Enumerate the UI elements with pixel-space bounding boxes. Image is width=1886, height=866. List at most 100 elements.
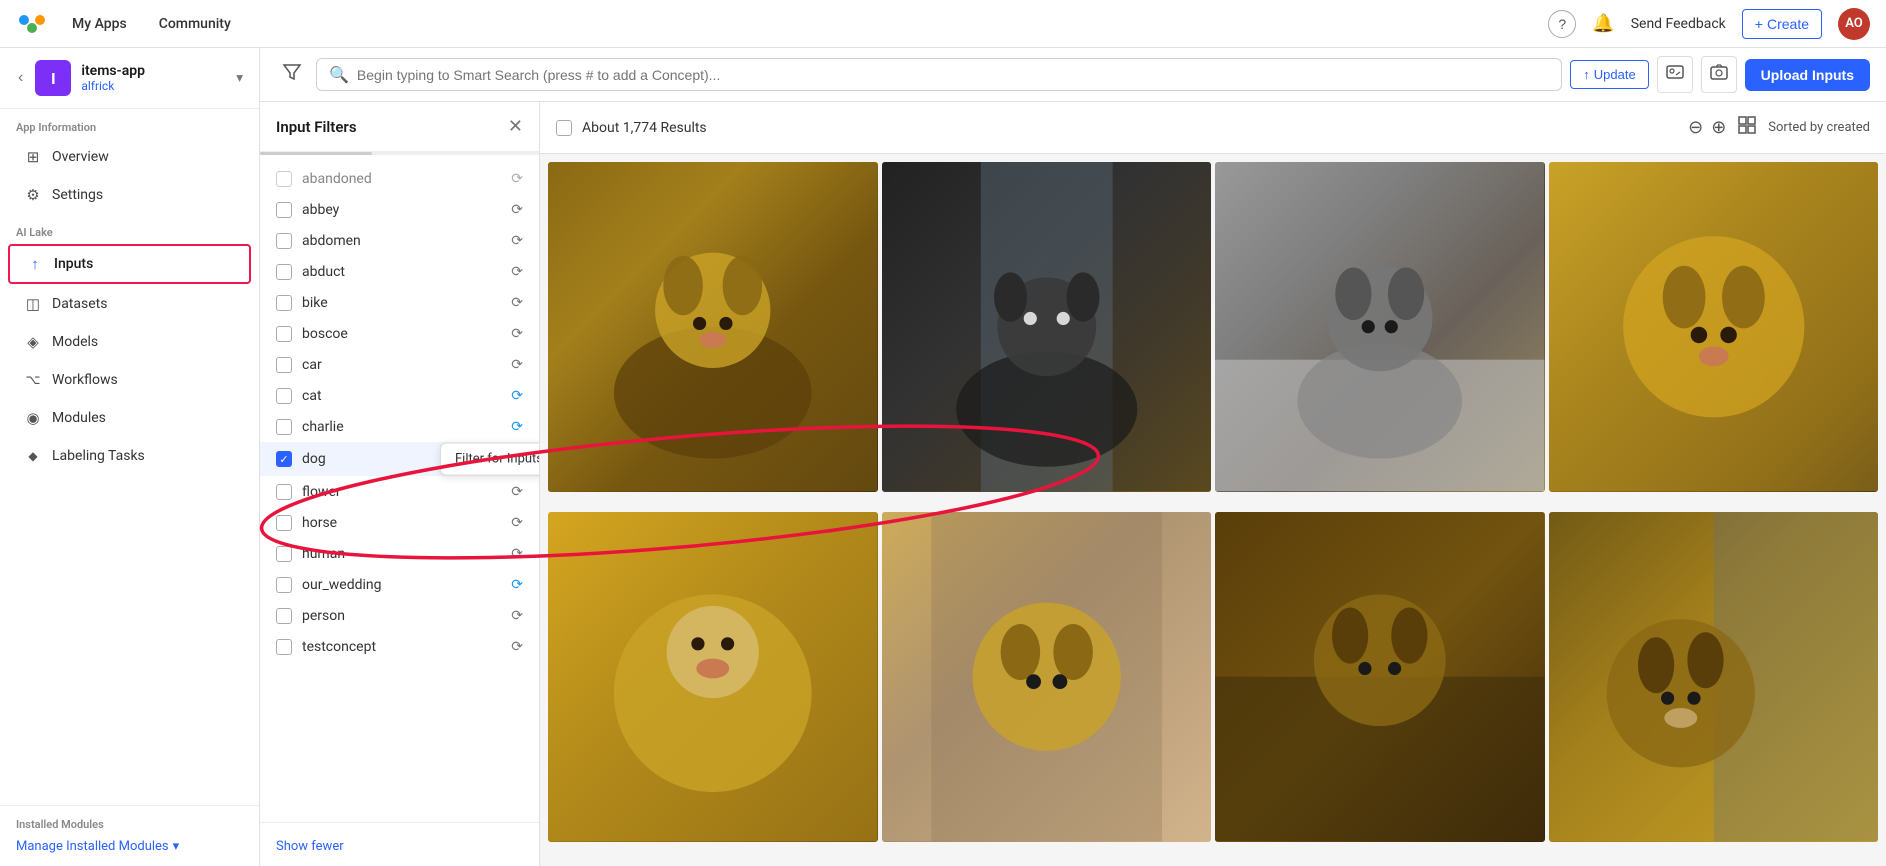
- sidebar-item-overview[interactable]: ⊞ Overview: [8, 139, 251, 175]
- filter-item-abandoned[interactable]: abandoned ⟳: [260, 163, 539, 194]
- image-cell-8[interactable]: [1549, 512, 1879, 842]
- show-fewer-button[interactable]: Show fewer: [276, 839, 344, 854]
- filter-checkbox-car[interactable]: [276, 357, 292, 373]
- filter-item-horse[interactable]: horse ⟳: [260, 507, 539, 538]
- image-cell-2[interactable]: [882, 162, 1212, 492]
- app-user[interactable]: alfrick: [81, 79, 226, 93]
- topnav-right: ? 🔔 Send Feedback + Create AO: [1548, 8, 1870, 40]
- filter-item-our-wedding[interactable]: our_wedding ⟳: [260, 569, 539, 600]
- zoom-out-button[interactable]: ⊖: [1688, 117, 1703, 138]
- filter-checkbox-cat[interactable]: [276, 388, 292, 404]
- filter-checkbox-horse[interactable]: [276, 515, 292, 531]
- create-label: Create: [1767, 16, 1809, 32]
- filter-checkbox-abduct[interactable]: [276, 264, 292, 280]
- my-apps-link[interactable]: My Apps: [64, 12, 135, 36]
- filter-search-person[interactable]: ⟳: [511, 607, 523, 624]
- image-cell-6[interactable]: [882, 512, 1212, 842]
- filter-checkbox-person[interactable]: [276, 608, 292, 624]
- filter-search-charlie[interactable]: ⟳: [511, 418, 523, 435]
- filter-item-cat[interactable]: cat ⟳: [260, 380, 539, 411]
- filter-checkbox-dog[interactable]: [276, 451, 292, 467]
- help-button[interactable]: ?: [1548, 10, 1576, 38]
- filter-item-abbey[interactable]: abbey ⟳: [260, 194, 539, 225]
- filter-close-button[interactable]: ✕: [508, 116, 523, 137]
- sidebar-item-models[interactable]: ◈ Models: [8, 324, 251, 360]
- logo[interactable]: [16, 8, 48, 40]
- filter-checkbox-abbey[interactable]: [276, 202, 292, 218]
- manage-modules-link[interactable]: Manage Installed Modules ▾: [16, 839, 243, 854]
- filter-actions-abbey: ⟳: [511, 201, 523, 218]
- filter-checkbox-flower[interactable]: [276, 484, 292, 500]
- results-select-all-checkbox[interactable]: [556, 120, 572, 136]
- upload-inputs-button[interactable]: Upload Inputs: [1745, 59, 1870, 91]
- camera-button[interactable]: [1701, 56, 1737, 93]
- image-cell-7[interactable]: [1215, 512, 1545, 842]
- filter-item-person[interactable]: person ⟳: [260, 600, 539, 631]
- community-link[interactable]: Community: [151, 12, 239, 36]
- filter-checkbox-abandoned[interactable]: [276, 171, 292, 187]
- filter-search-testconcept[interactable]: ⟳: [511, 638, 523, 655]
- filter-tooltip-dog: Filter for Inputs that do NOT match this…: [440, 443, 539, 476]
- filter-search-horse[interactable]: ⟳: [511, 514, 523, 531]
- filter-item-abduct[interactable]: abduct ⟳: [260, 256, 539, 287]
- sidebar-item-settings[interactable]: ⚙ Settings: [8, 177, 251, 213]
- filter-search-boscoe[interactable]: ⟳: [511, 325, 523, 342]
- filter-checkbox-charlie[interactable]: [276, 419, 292, 435]
- filter-item-abdomen[interactable]: abdomen ⟳: [260, 225, 539, 256]
- filter-checkbox-boscoe[interactable]: [276, 326, 292, 342]
- filter-actions-horse: ⟳: [511, 514, 523, 531]
- filter-checkbox-testconcept[interactable]: [276, 639, 292, 655]
- image-cell-5[interactable]: [548, 512, 878, 842]
- dog-image-2: [882, 162, 1212, 492]
- filter-search-human[interactable]: ⟳: [511, 545, 523, 562]
- filter-item-flower[interactable]: flower ⟳: [260, 476, 539, 507]
- filter-checkbox-abdomen[interactable]: [276, 233, 292, 249]
- sidebar-item-workflows[interactable]: ⌥ Workflows: [8, 362, 251, 398]
- sidebar-item-inputs[interactable]: ↑ Inputs: [8, 244, 251, 284]
- filter-item-bike[interactable]: bike ⟳: [260, 287, 539, 318]
- filter-search-abduct[interactable]: ⟳: [511, 263, 523, 280]
- image-cell-3[interactable]: [1215, 162, 1545, 492]
- filter-search-cat[interactable]: ⟳: [511, 387, 523, 404]
- filter-search-our-wedding[interactable]: ⟳: [511, 576, 523, 593]
- filter-item-human[interactable]: human ⟳: [260, 538, 539, 569]
- filter-actions-person: ⟳: [511, 607, 523, 624]
- filter-item-testconcept[interactable]: testconcept ⟳: [260, 631, 539, 662]
- filter-search-flower[interactable]: ⟳: [511, 483, 523, 500]
- filter-search-abbey[interactable]: ⟳: [511, 201, 523, 218]
- sidebar-back-btn[interactable]: ‹: [16, 67, 25, 89]
- image-cell-4[interactable]: [1549, 162, 1879, 492]
- sidebar-item-labeling-tasks[interactable]: ◆ Labeling Tasks: [8, 438, 251, 474]
- filter-actions-our-wedding: ⟳: [511, 576, 523, 593]
- user-avatar[interactable]: AO: [1838, 8, 1870, 40]
- image-cell-1[interactable]: [548, 162, 878, 492]
- sidebar-item-modules[interactable]: ◉ Modules: [8, 400, 251, 436]
- results-count-area: About 1,774 Results: [556, 120, 707, 136]
- main-layout: ‹ I items-app alfrick ▾ App Information …: [0, 48, 1886, 866]
- image-search-button[interactable]: [1657, 56, 1693, 93]
- sidebar-item-datasets[interactable]: ◫ Datasets: [8, 286, 251, 322]
- filter-search-car[interactable]: ⟳: [511, 356, 523, 373]
- update-button[interactable]: ↑ Update: [1570, 60, 1648, 89]
- filter-button[interactable]: [276, 56, 308, 93]
- filter-item-boscoe[interactable]: boscoe ⟳: [260, 318, 539, 349]
- create-button[interactable]: + Create: [1742, 9, 1822, 39]
- sidebar-dropdown-btn[interactable]: ▾: [236, 70, 243, 86]
- installed-modules-label: Installed Modules: [16, 818, 243, 831]
- notifications-button[interactable]: 🔔: [1592, 13, 1614, 34]
- search-input[interactable]: [357, 67, 1549, 83]
- filter-item-dog[interactable]: dog ⇄ ↺ Filter for Inputs that do NOT ma…: [260, 442, 539, 476]
- filter-search-abdomen[interactable]: ⟳: [511, 232, 523, 249]
- modules-label: Modules: [52, 410, 106, 426]
- grid-view-button[interactable]: [1734, 112, 1760, 143]
- dog-image-8: [1549, 512, 1879, 842]
- zoom-in-button[interactable]: ⊕: [1711, 117, 1726, 138]
- filter-checkbox-bike[interactable]: [276, 295, 292, 311]
- filter-search-abandoned[interactable]: ⟳: [511, 170, 523, 187]
- filter-item-car[interactable]: car ⟳: [260, 349, 539, 380]
- filter-checkbox-our-wedding[interactable]: [276, 577, 292, 593]
- filter-checkbox-human[interactable]: [276, 546, 292, 562]
- filter-item-charlie[interactable]: charlie ⟳: [260, 411, 539, 442]
- send-feedback-link[interactable]: Send Feedback: [1631, 16, 1726, 32]
- filter-search-bike[interactable]: ⟳: [511, 294, 523, 311]
